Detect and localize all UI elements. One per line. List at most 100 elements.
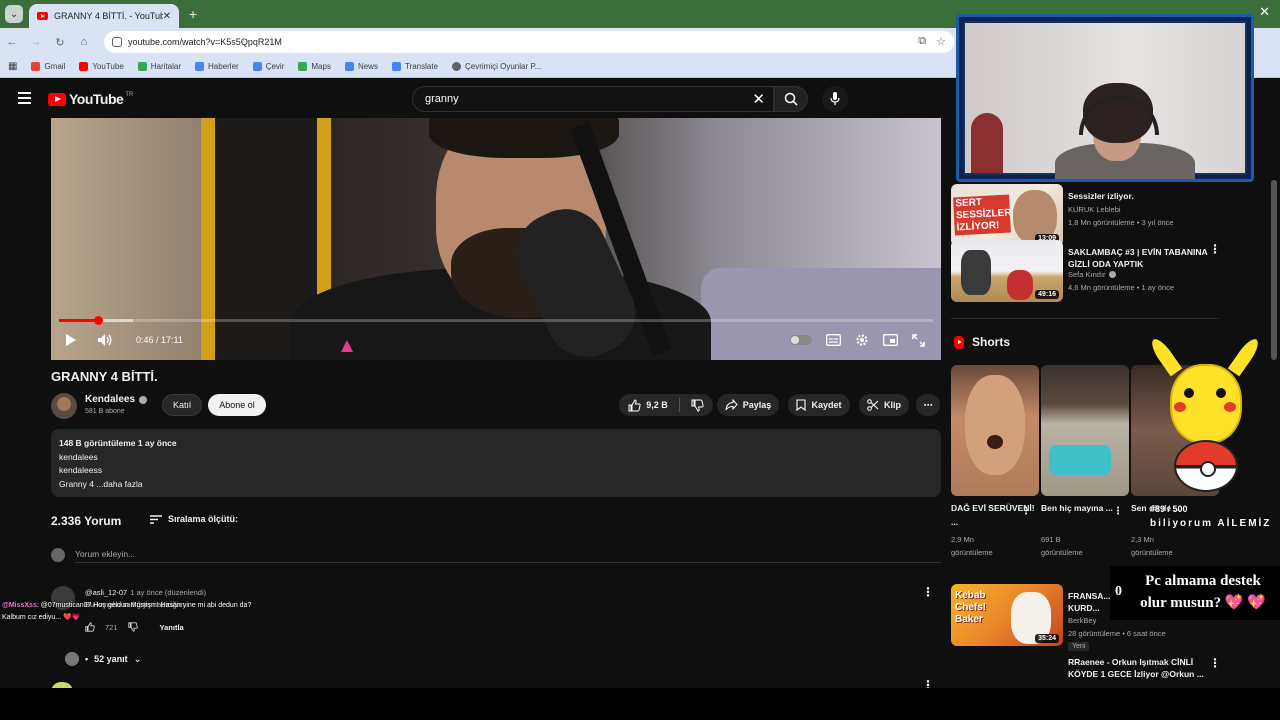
more-actions-button[interactable]: ⋯ [916,394,940,416]
short-thumbnail[interactable] [951,365,1039,496]
address-bar[interactable]: youtube.com/watch?v=K5s5QpqR21M ⧉ ☆ [104,31,954,53]
window-close-button[interactable]: ✕ [1259,4,1270,20]
donation-line: Pc almama destek [1145,573,1261,589]
home-icon[interactable]: ⌂ [72,36,96,48]
channel-avatar[interactable] [51,393,77,419]
bookmark-haritalar[interactable]: Haritalar [137,62,181,71]
autoplay-toggle[interactable] [790,335,812,345]
thumbs-down-icon[interactable] [691,399,704,412]
short-menu-icon[interactable]: ⋮ [1021,506,1031,517]
subscribe-button[interactable]: Abone ol [208,394,266,416]
progress-bar[interactable] [59,316,933,325]
bookmark-youtube[interactable]: YouTube [79,62,124,71]
video-thumbnail[interactable]: SERT SESSİZLER İZLİYOR! 13:09 [951,184,1063,246]
user-avatar [51,548,65,562]
miniplayer-icon[interactable] [883,334,898,346]
webcam-background-door [971,113,1003,173]
verified-check-icon [139,395,148,404]
short-face [965,375,1025,475]
tab-search-icon[interactable]: ⌄ [5,5,23,23]
short-views: 2,3 Mn görüntüleme [1131,533,1219,559]
logo-text: YouTube [69,91,124,107]
add-comment-input[interactable]: Yorum ekleyin... [75,549,941,563]
pikachu-ear [1227,335,1263,377]
subscriber-count: 581 B abone [85,408,125,415]
news-icon [344,62,354,71]
short-views-unit: görüntüleme [951,548,993,557]
recommended-title: SAKLAMBAÇ #3 | EVİN TABANINA GİZLİ ODA Y… [1068,247,1208,269]
description-more[interactable]: Granny 4 ...daha fazla [59,478,933,492]
bookmark-news[interactable]: News [344,62,378,71]
reload-icon[interactable]: ↻ [48,36,72,49]
search-input[interactable]: granny ✕ [412,86,774,112]
site-info-icon[interactable] [112,37,122,47]
news-icon [195,62,205,71]
bookmark-cevir[interactable]: Çevir [252,62,284,71]
subtitles-icon[interactable] [826,334,841,346]
clip-label: Klip [884,400,901,410]
clip-button[interactable]: Klip [859,394,909,416]
tab-close-icon[interactable]: ✕ [163,11,171,22]
video-thumbnail[interactable]: 49:16 [951,240,1063,302]
shorts-header: Shorts [954,335,1010,349]
recommended-meta: 1,8 Mn görüntüleme • 3 yıl önce [1068,218,1174,227]
comment-menu-icon[interactable]: ⋮ [922,585,934,599]
scrollbar-thumb[interactable] [1271,180,1277,360]
video-menu-icon[interactable]: ⋮ [1209,656,1221,670]
search-button[interactable] [774,86,808,112]
install-icon[interactable]: ⧉ [918,35,926,48]
youtube-logo[interactable]: YouTube TR [48,91,133,107]
short-mouth [987,435,1003,449]
volume-button[interactable] [97,331,113,349]
short-views: 2,9 Mn görüntüleme [951,533,1039,559]
voice-search-button[interactable] [822,86,848,112]
heart-icons: 💖 💖 [1224,595,1266,611]
bookmark-haberler[interactable]: Haberler [195,62,239,71]
play-button[interactable] [65,331,77,349]
apps-grid-icon[interactable]: ▦ [8,61,17,72]
join-button[interactable]: Katıl [162,394,202,416]
channel-name[interactable]: Kendalees [85,394,148,405]
volume-icon [98,334,112,346]
bookmark-gmail[interactable]: Gmail [31,62,65,71]
recommended-title: Sessizler izliyor. [1068,191,1134,201]
menu-icon[interactable] [18,92,31,104]
settings-gear-icon[interactable] [855,333,869,347]
recommended-channel[interactable]: KURUK Leblebi [1068,205,1121,214]
share-label: Paylaş [742,400,772,410]
browser-tab[interactable]: GRANNY 4 BİTTİ. - YouTube ✕ [29,4,179,28]
video-player[interactable]: 0:46 / 17:11 [51,118,941,360]
comment-author[interactable]: @asli_12-07 1 ay önce (düzenlendi) [85,588,206,597]
clear-search-icon[interactable]: ✕ [752,90,765,108]
youtube-icon [79,62,89,71]
short-menu-icon[interactable]: ⋮ [1113,506,1123,517]
donation-goal-label: biliyorum AİLEMİZ [1150,518,1272,529]
video-menu-icon[interactable]: ⋮ [1209,242,1221,256]
recommended-channel[interactable]: Sefa Kındır [1068,270,1116,279]
sort-button[interactable]: Sıralama ölçütü: [150,514,238,524]
new-tab-button[interactable]: + [189,6,197,22]
recommended-channel[interactable]: BerkBey [1068,616,1096,625]
gmail-icon [31,62,41,71]
save-button[interactable]: Kaydet [788,394,850,416]
duration-badge: 35:24 [1035,634,1059,643]
video-thumbnail[interactable]: Kebab Chefs! Baker 35:24 [951,584,1063,646]
bookmark-games[interactable]: Çevrimiçi Oyunlar P... [452,62,541,71]
description-line: kendaleess [59,465,103,475]
recommended-video[interactable]: SERT SESSİZLER İZLİYOR! 13:09 Sessizler … [951,184,1280,246]
bookmark-star-icon[interactable]: ☆ [936,35,946,48]
view-replies-button[interactable]: • 52 yanıt ⌄ [65,652,141,666]
description-box[interactable]: 148 B görüntüleme 1 ay önce kendalees ke… [51,429,941,497]
recommended-video[interactable]: 49:16 SAKLAMBAÇ #3 | EVİN TABANINA GİZLİ… [951,240,1280,302]
fullscreen-icon[interactable] [912,333,925,347]
like-button[interactable]: 9,2 B [628,398,668,412]
chat-line: @MissXss: @07mustican07 Hoş geldun Musti… [2,600,251,612]
back-icon[interactable]: ← [0,36,24,48]
bookmark-translate[interactable]: Translate [391,62,438,71]
bookmark-maps[interactable]: Maps [298,62,331,71]
short-thumbnail[interactable] [1041,365,1129,496]
recommended-meta: 28 görüntüleme • 6 saat önce [1068,629,1166,638]
forward-icon[interactable]: → [24,36,48,48]
share-button[interactable]: Paylaş [717,394,779,416]
search-value: granny [425,93,459,105]
